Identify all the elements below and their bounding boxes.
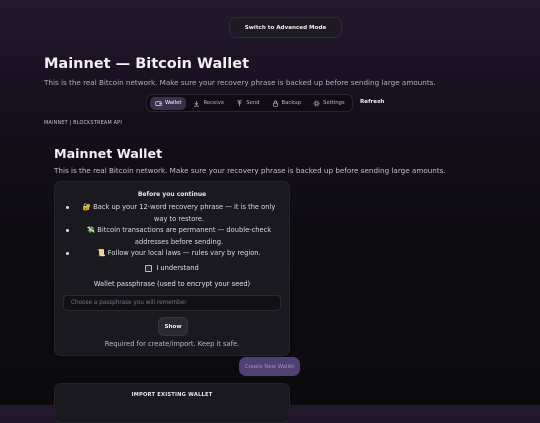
tab-settings[interactable]: Settings	[308, 97, 350, 110]
create-wallet-button[interactable]: Create New Wallet	[239, 357, 300, 376]
passphrase-hint: Required for create/import. Keep it safe…	[104, 340, 240, 348]
backup-icon	[272, 100, 278, 107]
warning-list: 🔐 Back up your 12-word recovery phrase —…	[63, 202, 283, 260]
understand-label: I understand	[156, 264, 199, 272]
settings-icon	[313, 100, 320, 106]
tab-wallet[interactable]: Wallet	[150, 96, 187, 110]
passphrase-input[interactable]: Choose a passphrase you will remember	[63, 295, 281, 311]
list-item: 🔐 Back up your 12-word recovery phrase —…	[63, 202, 283, 225]
network-indicator: MAINNET | BLOCKSTREAM API	[44, 120, 122, 126]
tab-label: Settings	[322, 100, 345, 106]
tab-label: Backup	[281, 100, 301, 106]
page-title: Mainnet — Bitcoin Wallet	[44, 56, 250, 72]
list-item: 💸 Bitcoin transactions are permanent — d…	[63, 225, 283, 248]
tab-send[interactable]: Send	[231, 97, 264, 110]
main-nav: Wallet Receive Send Backup Settings	[146, 94, 353, 112]
receive-icon	[194, 100, 200, 107]
page-subtitle: This is the real Bitcoin network. Make s…	[44, 78, 436, 87]
tab-label: Send	[246, 100, 260, 106]
refresh-button[interactable]: Refresh	[360, 99, 384, 105]
tab-label: Receive	[203, 100, 225, 106]
wallet-title: Mainnet Wallet	[54, 146, 163, 161]
understand-checkbox-row[interactable]: I understand	[55, 264, 289, 272]
wallet-subtitle: This is the real Bitcoin network. Make s…	[54, 166, 446, 175]
tab-label: Wallet	[165, 100, 182, 106]
tab-receive[interactable]: Receive	[188, 97, 229, 110]
before-you-continue-card: Before you continue 🔐 Back up your 12-wo…	[54, 181, 290, 356]
card-heading: Before you continue	[137, 191, 207, 198]
list-item: 📜 Follow your local laws — rules vary by…	[63, 248, 283, 260]
show-passphrase-button[interactable]: Show	[158, 317, 188, 336]
wallet-icon	[155, 100, 162, 106]
tab-backup[interactable]: Backup	[267, 97, 306, 110]
understand-checkbox[interactable]	[145, 264, 153, 272]
import-wallet-card: IMPORT EXISTING WALLET	[54, 383, 290, 423]
send-icon	[237, 99, 243, 106]
import-wallet-title: IMPORT EXISTING WALLET	[131, 392, 213, 398]
passphrase-label: Wallet passphrase (used to encrypt your …	[93, 280, 251, 288]
advanced-mode-button[interactable]: Switch to Advanced Mode	[229, 17, 342, 38]
